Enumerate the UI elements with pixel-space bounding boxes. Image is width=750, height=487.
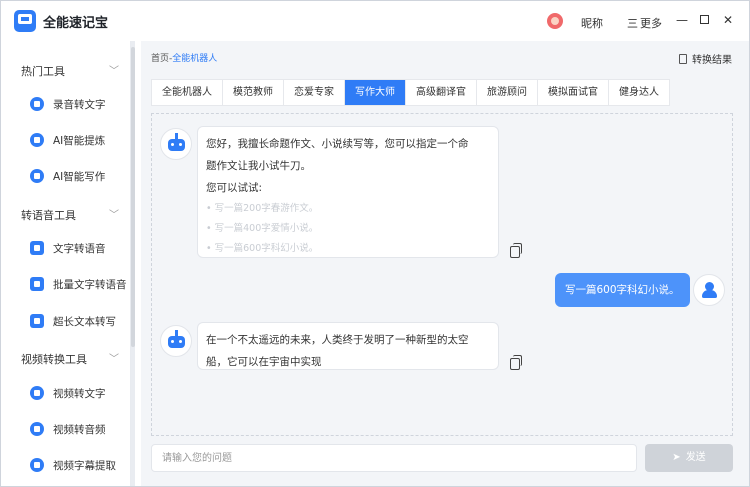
- tab-love-expert[interactable]: 恋爱专家: [284, 80, 345, 105]
- sidebar-item-video-to-audio[interactable]: 视频转音频: [1, 418, 130, 440]
- assistant-tabs: 全能机器人 模范教师 恋爱专家 写作大师 高级翻译官 旅游顾问 模拟面试官 健身…: [151, 79, 670, 106]
- text-to-speech-icon: [30, 241, 44, 255]
- bot-avatar: [160, 325, 192, 357]
- tab-travel-advisor[interactable]: 旅游顾问: [477, 80, 538, 105]
- section-label: 视频转换工具: [21, 353, 87, 366]
- scrollbar-thumb[interactable]: [131, 47, 135, 347]
- video-to-text-icon: [30, 386, 44, 400]
- convert-result-button[interactable]: 转换结果: [679, 51, 732, 66]
- convert-result-label: 转换结果: [692, 55, 732, 66]
- chevron-down-icon: ﹀: [109, 210, 119, 221]
- message-text: 您好，我擅长命题作文、小说续写等，您可以指定一个命: [206, 138, 469, 150]
- ai-writing-icon: [30, 169, 44, 183]
- sidebar-item-subtitle-extract[interactable]: 视频字幕提取: [1, 454, 130, 476]
- bot-message-bubble: 您好，我擅长命题作文、小说续写等，您可以指定一个命 题作文让我小试牛刀。 您可以…: [197, 126, 499, 258]
- app-window: 全能速记宝 昵称 三更多 — ✕ 热门工具 ﹀ 录音转文字 AI智能提炼 AI智…: [0, 0, 750, 487]
- sidebar-item-label: 超长文本转写: [53, 316, 116, 328]
- message-text: 您可以试试:: [206, 182, 263, 194]
- tab-translator[interactable]: 高级翻译官: [406, 80, 477, 105]
- audio-to-text-icon: [30, 97, 44, 111]
- tab-mock-interviewer[interactable]: 模拟面试官: [538, 80, 609, 105]
- app-logo-icon: [14, 10, 36, 32]
- sidebar-item-label: 录音转文字: [53, 99, 106, 111]
- question-input[interactable]: [152, 445, 636, 471]
- section-label: 转语音工具: [21, 209, 76, 222]
- tab-writing-master[interactable]: 写作大师: [345, 80, 406, 105]
- sidebar-section-tts-tools[interactable]: 转语音工具 ﹀: [1, 203, 130, 223]
- robot-icon: [168, 139, 185, 151]
- chevron-down-icon: ﹀: [109, 354, 119, 365]
- sidebar-item-batch-text-to-speech[interactable]: 批量文字转语音: [1, 273, 130, 295]
- close-button[interactable]: ✕: [721, 13, 735, 27]
- sidebar-section-hot-tools[interactable]: 热门工具 ﹀: [1, 59, 130, 79]
- sidebar-item-label: 视频字幕提取: [53, 460, 116, 472]
- sidebar-item-label: 视频转文字: [53, 388, 106, 400]
- minimize-button[interactable]: —: [675, 13, 689, 27]
- video-to-audio-icon: [30, 422, 44, 436]
- sidebar-item-audio-to-text[interactable]: 录音转文字: [1, 93, 130, 115]
- chevron-down-icon: ﹀: [109, 66, 119, 77]
- send-label: 发送: [685, 452, 706, 463]
- sidebar-item-ai-writing[interactable]: AI智能写作: [1, 165, 130, 187]
- message-text: 题作文让我小试牛刀。: [206, 160, 311, 172]
- subtitle-extract-icon: [30, 458, 44, 472]
- sidebar-item-label: 批量文字转语音: [53, 279, 127, 291]
- ai-extract-icon: [30, 133, 44, 147]
- user-nickname[interactable]: 昵称: [581, 15, 603, 31]
- main-panel: 首页-全能机器人 转换结果 全能机器人 模范教师 恋爱专家 写作大师 高级翻译官…: [141, 41, 749, 486]
- copy-icon[interactable]: [510, 355, 522, 370]
- question-input-box[interactable]: [151, 444, 637, 472]
- sidebar-section-video-tools[interactable]: 视频转换工具 ﹀: [1, 347, 130, 367]
- breadcrumb-home[interactable]: 首页: [151, 54, 169, 64]
- maximize-icon: [699, 15, 709, 24]
- bot-message-bubble: 在一个不太遥远的未来，人类终于发明了一种新型的太空 船，它可以在宇宙中实现: [197, 322, 499, 370]
- sidebar: 热门工具 ﹀ 录音转文字 AI智能提炼 AI智能写作 转语音工具 ﹀ 文字转语音…: [1, 41, 131, 486]
- more-menu[interactable]: 三更多: [627, 15, 662, 31]
- tab-all-robot[interactable]: 全能机器人: [152, 80, 223, 105]
- menu-icon: 三: [627, 17, 638, 30]
- robot-icon: [168, 336, 185, 348]
- long-text-icon: [30, 314, 44, 328]
- document-icon: [679, 54, 687, 64]
- bot-avatar: [160, 128, 192, 160]
- batch-tts-icon: [30, 277, 44, 291]
- more-label: 更多: [640, 17, 662, 30]
- maximize-button[interactable]: [697, 13, 711, 27]
- sidebar-item-label: AI智能写作: [53, 171, 106, 183]
- section-label: 热门工具: [21, 65, 65, 78]
- suggestion-item[interactable]: 写一篇400字爱情小说。: [206, 219, 490, 239]
- sidebar-scrollbar[interactable]: [131, 41, 135, 486]
- message-text: 船，它可以在宇宙中实现: [206, 356, 322, 368]
- message-text: 在一个不太遥远的未来，人类终于发明了一种新型的太空: [206, 334, 469, 346]
- breadcrumb-current: 全能机器人: [172, 54, 218, 64]
- sidebar-item-long-text[interactable]: 超长文本转写: [1, 310, 130, 332]
- sidebar-item-text-to-speech[interactable]: 文字转语音: [1, 237, 130, 259]
- send-icon: ➤: [672, 452, 681, 463]
- suggestion-item[interactable]: 写一篇200字春游作文。: [206, 199, 490, 219]
- tab-fitness-expert[interactable]: 健身达人: [609, 80, 669, 105]
- user-avatar[interactable]: [547, 13, 563, 29]
- user-icon: [702, 290, 717, 298]
- chat-area: 您好，我擅长命题作文、小说续写等，您可以指定一个命 题作文让我小试牛刀。 您可以…: [151, 113, 733, 436]
- tab-model-teacher[interactable]: 模范教师: [223, 80, 284, 105]
- sidebar-item-label: 视频转音频: [53, 424, 106, 436]
- sidebar-item-label: AI智能提炼: [53, 135, 106, 147]
- app-title: 全能速记宝: [43, 16, 109, 31]
- breadcrumb: 首页-全能机器人: [151, 51, 217, 64]
- send-button[interactable]: ➤ 发送: [645, 444, 733, 472]
- sidebar-item-ai-extract[interactable]: AI智能提炼: [1, 129, 130, 151]
- sidebar-item-video-to-text[interactable]: 视频转文字: [1, 382, 130, 404]
- sidebar-item-label: 文字转语音: [53, 243, 106, 255]
- user-message-bubble: 写一篇600字科幻小说。: [555, 273, 690, 307]
- suggestion-item[interactable]: 写一篇600字科幻小说。: [206, 239, 490, 259]
- copy-icon[interactable]: [510, 243, 522, 258]
- user-avatar-chat: [693, 274, 725, 306]
- title-bar: 全能速记宝 昵称 三更多 — ✕: [1, 1, 749, 41]
